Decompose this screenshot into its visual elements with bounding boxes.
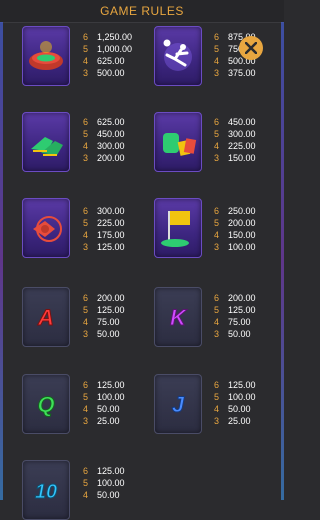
payout-row: 4 225.00 <box>214 141 256 151</box>
svg-text:K: K <box>170 305 188 330</box>
payout-row: 6 250.00 <box>214 206 256 216</box>
close-button[interactable] <box>239 36 263 60</box>
payout-row: 4 150.00 <box>214 230 256 240</box>
payout-row: 5 300.00 <box>214 129 256 139</box>
paytable-j: 6 125.00 5 100.00 4 50.00 3 25.00 <box>214 379 274 427</box>
payout-row: 6 200.00 <box>214 293 256 303</box>
football-boots-icon <box>31 137 63 156</box>
letter-j-symbol: J <box>154 374 202 434</box>
payout-row: 4 75.00 <box>214 317 251 327</box>
football-boots-symbol <box>22 112 70 172</box>
paytable-gloves: 6 450.00 5 300.00 4 225.00 3 150.00 <box>214 116 274 164</box>
goalkeeper-gloves-icon <box>163 133 197 156</box>
payout-row: 6 450.00 <box>214 117 256 127</box>
letter-a-icon: A <box>37 305 55 331</box>
whistle-symbol <box>22 198 70 258</box>
payout-row: 5 100.00 <box>214 392 256 402</box>
payout-row: 6 300.00 <box>83 206 125 216</box>
letter-k-icon: K <box>170 305 189 331</box>
stadium-icon <box>29 41 63 70</box>
payout-row: 4 75.00 <box>83 317 120 327</box>
payout-row: 6 200.00 <box>83 293 125 303</box>
gloves-and-cards-symbol <box>154 112 202 172</box>
paytable-k: 6 200.00 5 125.00 4 75.00 3 50.00 <box>214 292 274 340</box>
number-10-icon: 10 <box>34 481 57 504</box>
payout-row: 3 375.00 <box>214 68 256 78</box>
payout-row: 4 50.00 <box>214 404 251 414</box>
right-edge-glow <box>281 22 284 500</box>
payout-row: 3 50.00 <box>214 329 251 339</box>
payout-row: 3 100.00 <box>214 242 256 252</box>
left-edge-glow <box>0 22 3 500</box>
payout-row: 4 175.00 <box>83 230 125 240</box>
page-title: GAME RULES <box>100 4 184 18</box>
paytable-boots: 6 625.00 5 450.00 4 300.00 3 200.00 <box>83 116 143 164</box>
close-icon <box>245 42 257 54</box>
letter-k-symbol: K <box>154 287 202 347</box>
letter-q-icon: Q <box>37 392 55 418</box>
payout-row: 4 625.00 <box>83 56 125 66</box>
svg-text:J: J <box>172 392 185 417</box>
payout-row: 6 125.00 <box>83 466 125 476</box>
payout-row: 6 125.00 <box>214 380 256 390</box>
paytable-10: 6 125.00 5 100.00 4 50.00 <box>83 465 143 501</box>
payout-row: 3 25.00 <box>83 416 120 426</box>
payout-row: 3 150.00 <box>214 153 256 163</box>
svg-text:Q: Q <box>37 392 54 417</box>
letter-q-symbol: Q <box>22 374 70 434</box>
payout-row: 6 625.00 <box>83 117 125 127</box>
corner-flag-icon <box>161 211 190 247</box>
paytable-q: 6 125.00 5 100.00 4 50.00 3 25.00 <box>83 379 143 427</box>
bicycle-kick-player-symbol <box>154 26 202 86</box>
payout-row: 6 1,250.00 <box>83 32 133 42</box>
paytable-whistle: 6 300.00 5 225.00 4 175.00 3 125.00 <box>83 205 143 253</box>
player-kick-icon <box>163 39 192 71</box>
payout-row: 4 50.00 <box>83 404 120 414</box>
payout-row: 3 125.00 <box>83 242 125 252</box>
corner-flag-symbol <box>154 198 202 258</box>
stadium-symbol <box>22 26 70 86</box>
payout-row: 6 125.00 <box>83 380 125 390</box>
payout-row: 4 300.00 <box>83 141 125 151</box>
payout-row: 5 125.00 <box>83 305 125 315</box>
payout-row: 5 100.00 <box>83 392 125 402</box>
payout-row: 5 100.00 <box>83 478 125 488</box>
paytable-stadium: 6 1,250.00 5 1,000.00 4 625.00 3 500.00 <box>83 31 143 79</box>
header-bar: GAME RULES <box>0 0 284 23</box>
payout-row: 4 50.00 <box>83 490 120 500</box>
number-10-symbol: 10 <box>22 460 70 520</box>
payout-row: 5 200.00 <box>214 218 256 228</box>
payout-row: 3 50.00 <box>83 329 120 339</box>
svg-text:A: A <box>37 305 54 330</box>
payout-row: 3 500.00 <box>83 68 125 78</box>
payout-row: 5 125.00 <box>214 305 256 315</box>
paytable-flag: 6 250.00 5 200.00 4 150.00 3 100.00 <box>214 205 274 253</box>
whistle-icon <box>33 216 62 242</box>
letter-j-icon: J <box>171 392 185 418</box>
payout-row: 3 25.00 <box>214 416 251 426</box>
payout-row: 5 225.00 <box>83 218 125 228</box>
payout-row: 5 450.00 <box>83 129 125 139</box>
paytable-a: 6 200.00 5 125.00 4 75.00 3 50.00 <box>83 292 143 340</box>
payout-row: 5 1,000.00 <box>83 44 133 54</box>
payout-row: 3 200.00 <box>83 153 125 163</box>
letter-a-symbol: A <box>22 287 70 347</box>
